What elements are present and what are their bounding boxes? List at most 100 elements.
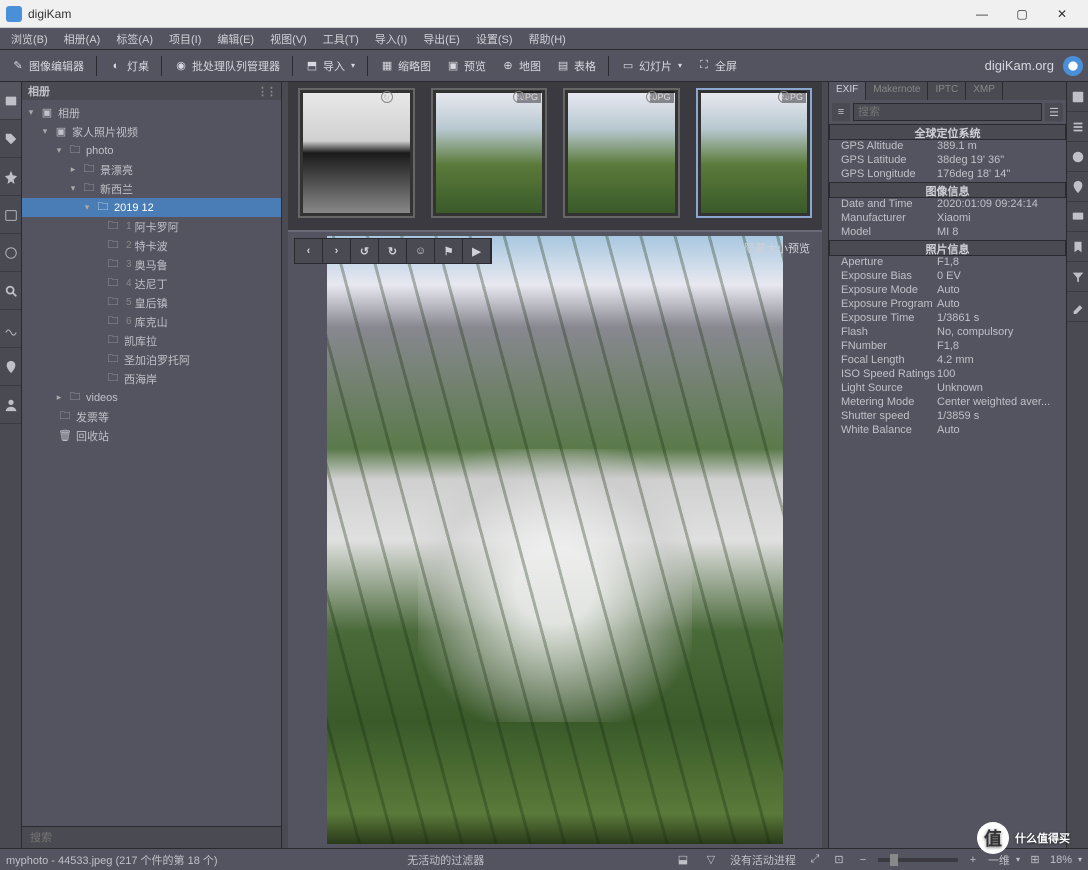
tb-preview[interactable]: ▣预览 (440, 55, 492, 77)
close-button[interactable]: ✕ (1042, 2, 1082, 26)
preview-image-wrap[interactable] (288, 232, 822, 848)
zoom-original-icon[interactable]: ⊡ (830, 852, 848, 868)
zoom-out-icon[interactable]: − (854, 852, 872, 868)
tree-sib1[interactable]: 🗀凯库拉 (22, 331, 281, 350)
menu-export[interactable]: 导出(E) (415, 29, 468, 49)
tree-2019-12[interactable]: ▾🗀2019 12 (22, 198, 281, 217)
tree-sub2[interactable]: ▾🗀新西兰 (22, 179, 281, 198)
tree-home[interactable]: ▾▣家人照片视频 (22, 122, 281, 141)
tree-a5[interactable]: 🗀5 皇后镇 (22, 293, 281, 312)
tree-a4[interactable]: 🗀4 达尼丁 (22, 274, 281, 293)
tb-light-table[interactable]: ◐灯桌 (103, 55, 155, 77)
menubar[interactable]: 浏览(B) 相册(A) 标签(A) 项目(I) 编辑(E) 视图(V) 工具(T… (0, 28, 1088, 50)
tree-photo[interactable]: ▾🗀photo (22, 141, 281, 160)
thumbnail-3[interactable]: JPG↻ (563, 88, 680, 224)
menu-album[interactable]: 相册(A) (56, 29, 109, 49)
menu-view[interactable]: 视图(V) (262, 29, 315, 49)
rtab-map[interactable] (1067, 172, 1088, 202)
metadata-search-input[interactable] (853, 103, 1042, 121)
minimize-button[interactable]: — (962, 2, 1002, 26)
preview-tag-icon[interactable]: ⚑ (435, 239, 463, 263)
zoom-fit-icon[interactable]: ⤢ (806, 852, 824, 868)
filter-list-icon[interactable]: ☰ (1045, 103, 1063, 121)
tree-unclassified[interactable]: 🗀发票等 (22, 407, 281, 426)
menu-item[interactable]: 项目(I) (161, 29, 209, 49)
status-filter-icon[interactable]: ⬓ (674, 852, 692, 868)
tb-image-editor[interactable]: ✎图像编辑器 (5, 55, 90, 77)
meta-row: Shutter speed1/3859 s (829, 410, 1066, 424)
vtab-search[interactable] (0, 272, 21, 310)
tb-batch-queue[interactable]: ◉批处理队列管理器 (168, 55, 286, 77)
rtab-tools[interactable] (1067, 292, 1088, 322)
vtab-tags[interactable] (0, 120, 21, 158)
menu-edit[interactable]: 编辑(E) (209, 29, 262, 49)
vtab-map[interactable] (0, 348, 21, 386)
rtab-colors[interactable] (1067, 142, 1088, 172)
album-tree[interactable]: ▾▣相册 ▾▣家人照片视频 ▾🗀photo ▸🗀景漂亮 ▾🗀新西兰 ▾🗀2019… (22, 100, 281, 826)
tab-makernote[interactable]: Makernote (866, 82, 928, 100)
vtab-labels[interactable] (0, 158, 21, 196)
preview-rotate-left-icon[interactable]: ↺ (351, 239, 379, 263)
tree-sib2[interactable]: 🗀圣加泊罗托阿 (22, 350, 281, 369)
tree-a3[interactable]: 🗀3 奥马鲁 (22, 255, 281, 274)
tab-exif[interactable]: EXIF (829, 82, 866, 100)
vtab-dates[interactable] (0, 196, 21, 234)
tb-table[interactable]: ▤表格 (550, 55, 602, 77)
tree-sib3[interactable]: 🗀西海岸 (22, 369, 281, 388)
left-search-input[interactable] (26, 830, 277, 846)
preview-rotate-right-icon[interactable]: ↻ (379, 239, 407, 263)
rtab-captions[interactable] (1067, 202, 1088, 232)
tb-slideshow[interactable]: ▭幻灯片▾ (615, 55, 688, 77)
rtab-filters[interactable] (1067, 262, 1088, 292)
rtab-metadata[interactable] (1067, 112, 1088, 142)
rtab-versions[interactable] (1067, 232, 1088, 262)
preview-play-icon[interactable]: ▶ (463, 239, 491, 263)
tb-map[interactable]: ⊕地图 (495, 55, 547, 77)
preview-face-icon[interactable]: ☺ (407, 239, 435, 263)
thumbnail-4[interactable]: JPG↻ (696, 88, 813, 224)
zoom-slider[interactable] (878, 858, 958, 862)
center-area: ↻ JPG↻ JPG↻ JPG↻ ‹ › ↺ ↻ ☺ ⚑ ▶ 隐藏大小预览 (288, 82, 822, 848)
tab-iptc[interactable]: IPTC (928, 82, 966, 100)
menu-settings[interactable]: 设置(S) (468, 29, 521, 49)
vtab-fuzzy[interactable] (0, 310, 21, 348)
left-search[interactable] (22, 826, 281, 848)
rtab-properties[interactable] (1067, 82, 1088, 112)
tab-xmp[interactable]: XMP (966, 82, 1003, 100)
preview-prev-button[interactable]: ‹ (295, 239, 323, 263)
thumbnail-1[interactable]: ↻ (298, 88, 415, 224)
tree-a2[interactable]: 🗀2 特卡波 (22, 236, 281, 255)
thumbnail-2[interactable]: JPG↻ (431, 88, 548, 224)
menu-browse[interactable]: 浏览(B) (3, 29, 56, 49)
filter-simple-icon[interactable]: ≡ (832, 103, 850, 121)
tree-sub1[interactable]: ▸🗀景漂亮 (22, 160, 281, 179)
preview-next-button[interactable]: › (323, 239, 351, 263)
status-center: 无活动的过滤器 (228, 852, 664, 868)
folder-icon: 🗀 (82, 163, 96, 177)
menu-import[interactable]: 导入(I) (367, 29, 415, 49)
vtab-timeline[interactable] (0, 234, 21, 272)
menu-tag[interactable]: 标签(A) (108, 29, 161, 49)
overlay-refresh-icon: ↻ (381, 91, 393, 103)
tb-thumbnails[interactable]: ▦缩略图 (374, 55, 437, 77)
status-funnel-icon[interactable]: ▽ (702, 852, 720, 868)
meta-row: Focal Length4.2 mm (829, 354, 1066, 368)
menu-tools[interactable]: 工具(T) (315, 29, 367, 49)
tree-videos[interactable]: ▸🗀videos (22, 388, 281, 407)
tree-trash[interactable]: 🗑回收站 (22, 426, 281, 445)
watermark-icon: 值 (977, 822, 1009, 854)
tree-root[interactable]: ▾▣相册 (22, 103, 281, 122)
tree-a1[interactable]: 🗀1 阿卡罗阿 (22, 217, 281, 236)
thumbnail-row[interactable]: ↻ JPG↻ JPG↻ JPG↻ (288, 82, 822, 230)
vtab-people[interactable] (0, 386, 21, 424)
menu-help[interactable]: 帮助(H) (521, 29, 574, 49)
tb-fullscreen[interactable]: ⛶全屏 (691, 55, 743, 77)
hide-preview-link[interactable]: 隐藏大小预览 (744, 240, 810, 256)
folder-icon: 🗀 (106, 277, 120, 291)
tree-a6[interactable]: 🗀6 库克山 (22, 312, 281, 331)
folder-icon: 🗀 (96, 201, 110, 215)
tb-import[interactable]: ⬒导入▾ (299, 55, 361, 77)
vtab-albums[interactable] (0, 82, 21, 120)
maximize-button[interactable]: ▢ (1002, 2, 1042, 26)
folder-icon: 🗀 (106, 334, 120, 348)
